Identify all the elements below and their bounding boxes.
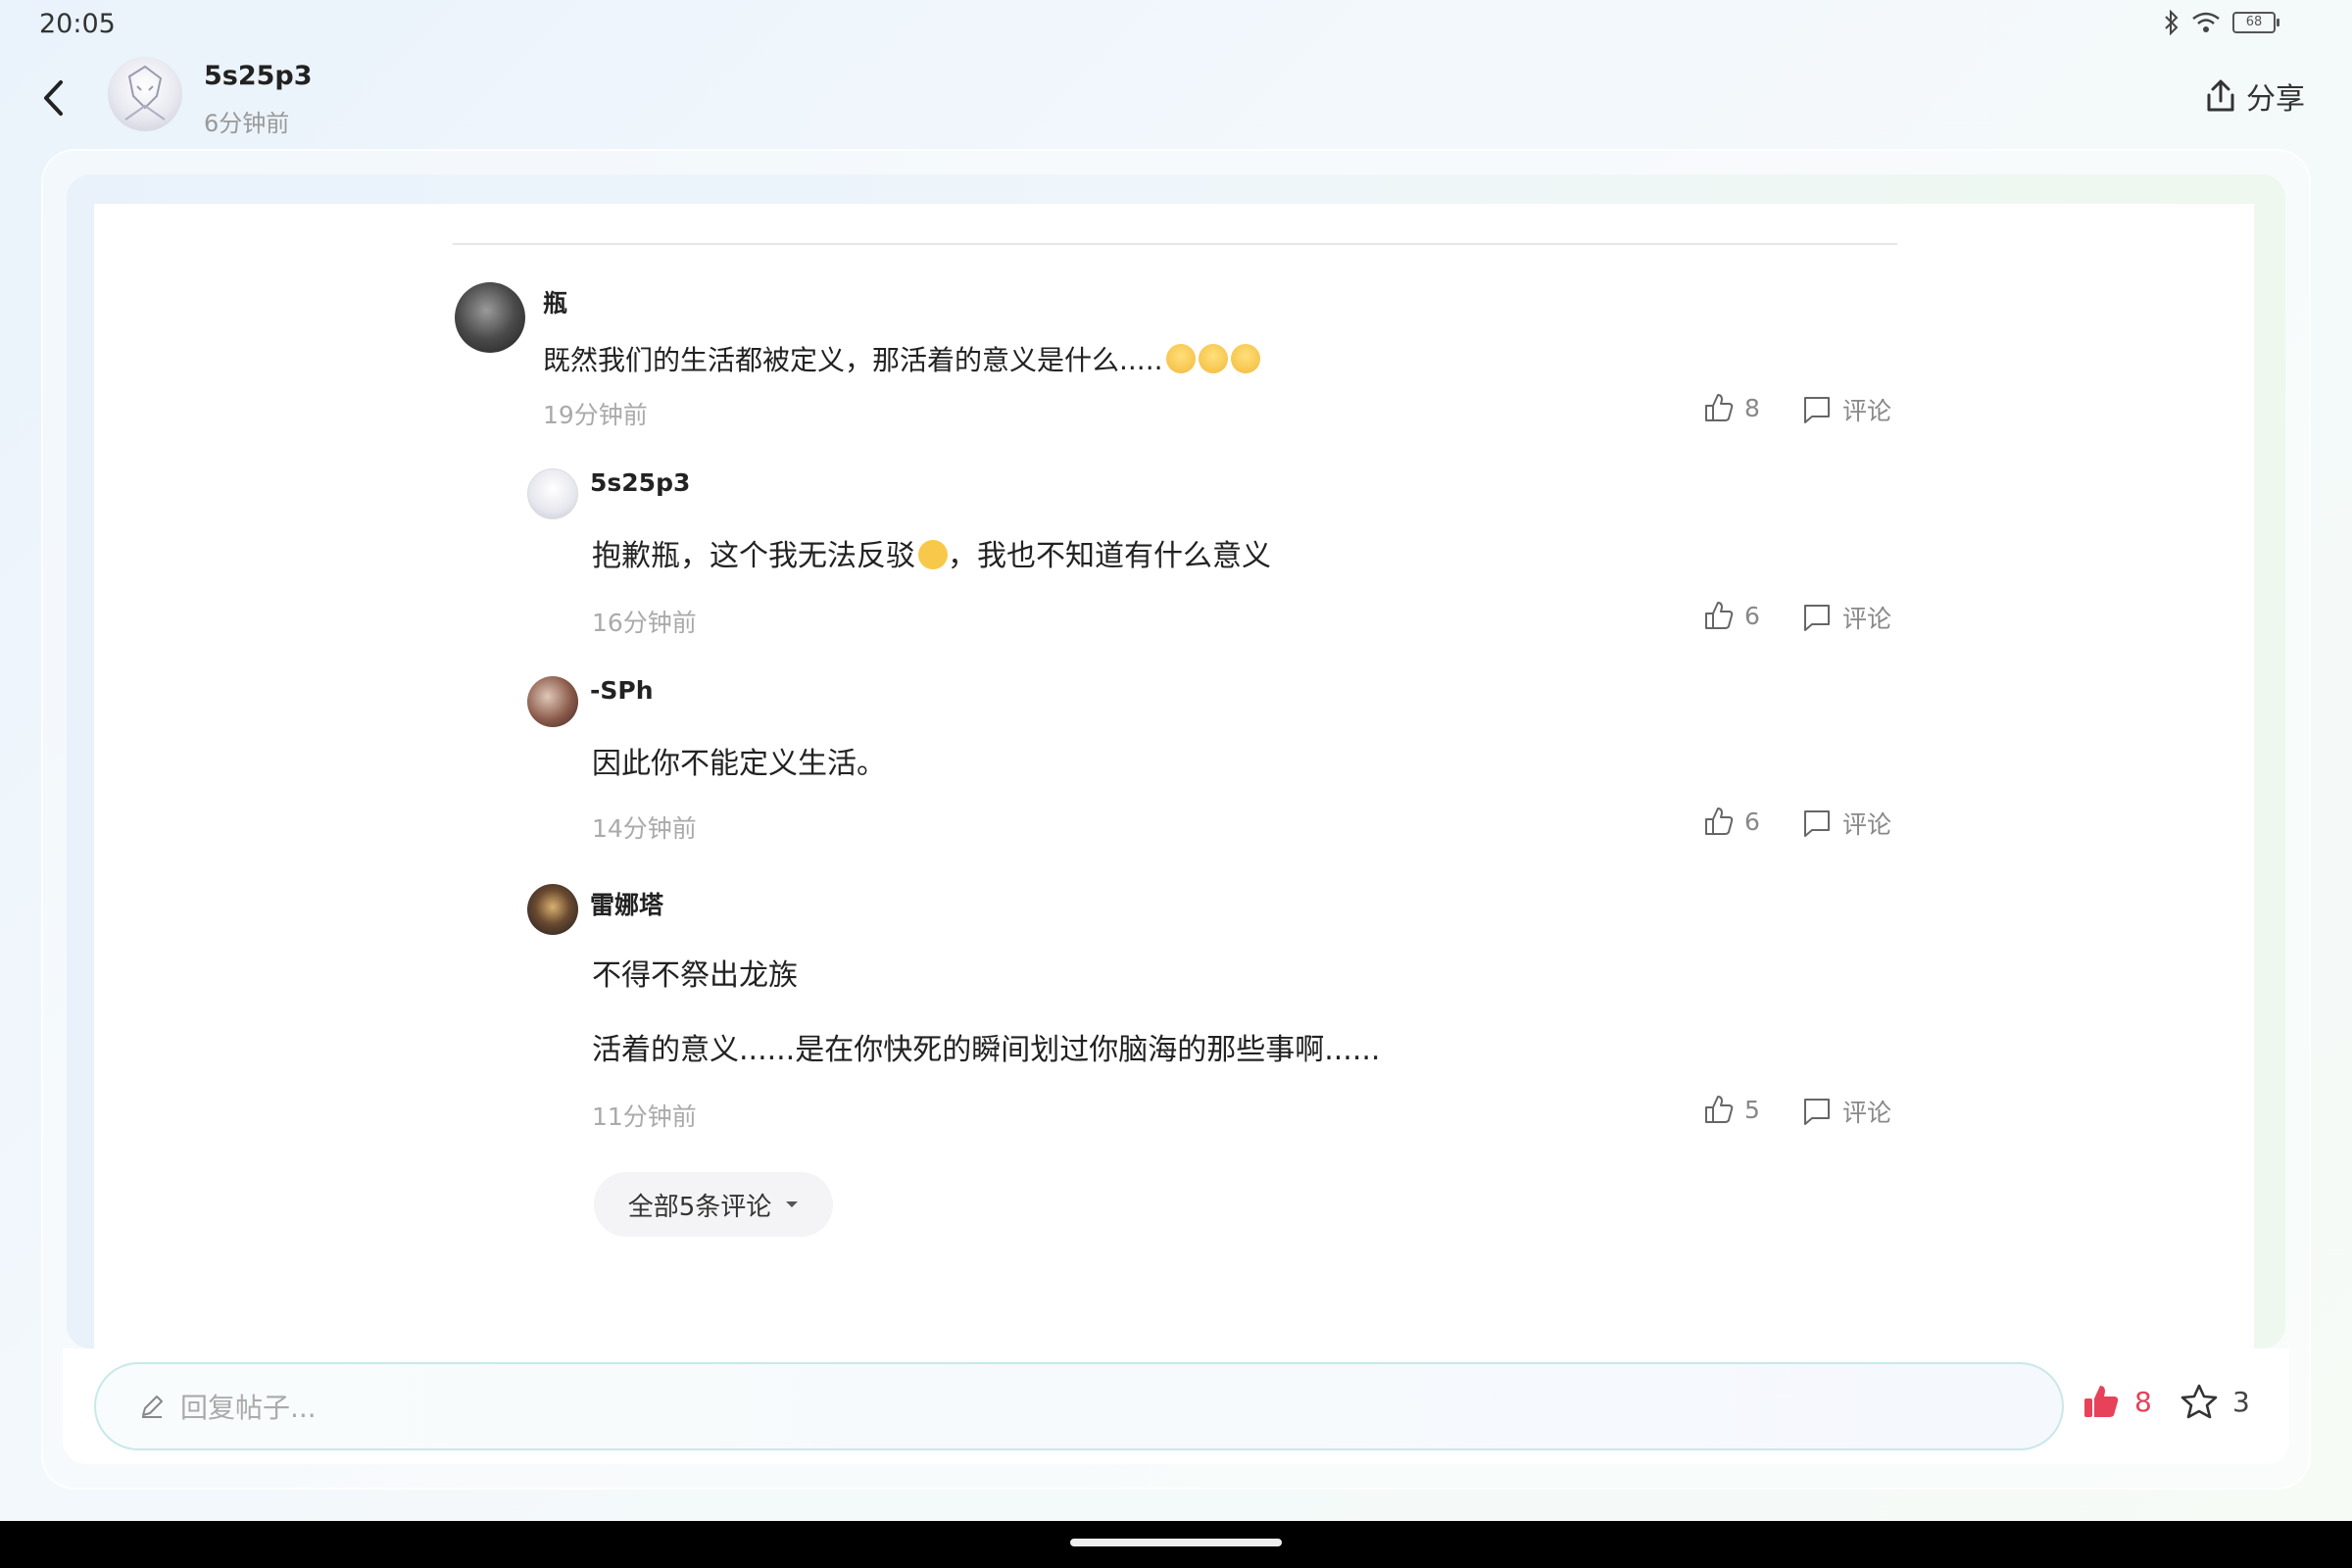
like-button[interactable]: 6 <box>1703 806 1760 837</box>
status-time: 20:05 <box>39 9 116 39</box>
comment-author[interactable]: -SPh <box>590 676 654 705</box>
thumbs-up-icon <box>1705 602 1734 629</box>
like-button[interactable]: 6 <box>1703 600 1760 631</box>
avatar[interactable] <box>527 884 578 935</box>
share-button[interactable]: 分享 <box>2205 74 2305 118</box>
author-avatar[interactable] <box>108 57 182 131</box>
reply-label: 评论 <box>1842 397 1892 425</box>
sick-face-emoji-icon <box>1198 344 1228 373</box>
avatar[interactable] <box>527 468 578 519</box>
comment-text: 因此你不能定义生活。 <box>592 747 886 781</box>
comment-time: 11分钟前 <box>592 1102 697 1131</box>
wifi-icon <box>2192 12 2220 32</box>
post-like-button[interactable]: 8 <box>2082 1382 2152 1421</box>
post-favorite-button[interactable]: 3 <box>2180 1382 2250 1421</box>
comment-time: 14分钟前 <box>592 814 697 843</box>
sick-face-emoji-icon <box>1165 344 1196 373</box>
avatar[interactable] <box>527 676 578 727</box>
thumbs-up-filled-icon <box>2084 1386 2119 1417</box>
author-name[interactable]: 5s25p3 <box>204 61 313 91</box>
chevron-down-icon <box>786 1201 799 1207</box>
reply-input[interactable]: 回复帖子... <box>94 1362 2064 1450</box>
comment-text-content: 既然我们的生活都被定义，那活着的意义是什么..... <box>543 344 1163 376</box>
reply-bar: 回复帖子... 8 3 <box>63 1348 2289 1464</box>
star-icon <box>2180 1384 2218 1419</box>
reply-button[interactable]: 评论 <box>1801 806 1891 841</box>
comment-text: 不得不祭出龙族 <box>592 958 798 993</box>
reply-button[interactable]: 评论 <box>1801 392 1891 427</box>
post-header: 5s25p3 6分钟前 分享 <box>0 49 2352 147</box>
bluetooth-icon <box>2165 10 2179 35</box>
thumbs-up-icon <box>1705 808 1734 835</box>
status-bar: 20:05 68 <box>0 0 2352 49</box>
all-comments-button[interactable]: 全部5条评论 <box>594 1172 833 1237</box>
comment-author[interactable]: 5s25p3 <box>590 468 690 497</box>
pencil-icon <box>142 1396 163 1418</box>
comment-author[interactable]: 雷娜塔 <box>590 886 663 921</box>
reply-button[interactable]: 评论 <box>1801 1094 1891 1129</box>
comment-time: 16分钟前 <box>592 609 697 637</box>
post-like-count: 8 <box>2134 1385 2152 1418</box>
comment-author[interactable]: 瓶 <box>543 284 567 319</box>
all-comments-label: 全部5条评论 <box>627 1192 772 1222</box>
comment-text: 抱歉瓶，这个我无法反驳 ，我也不知道有什么意义 <box>592 531 1271 574</box>
reply-label: 评论 <box>1842 810 1892 839</box>
back-button[interactable] <box>35 73 71 123</box>
comment-time: 19分钟前 <box>543 401 648 429</box>
like-count: 6 <box>1744 601 1760 630</box>
status-icons: 68 <box>2164 10 2279 35</box>
post-time: 6分钟前 <box>204 110 290 137</box>
reply-placeholder: 回复帖子... <box>180 1392 317 1424</box>
comment-bubble-icon <box>1804 397 1830 423</box>
reply-label: 评论 <box>1842 1099 1892 1127</box>
comment-bubble-icon <box>1804 1099 1830 1125</box>
avatar[interactable] <box>455 282 525 353</box>
thumbs-up-icon <box>1705 1096 1734 1123</box>
sick-face-emoji-icon <box>1230 344 1260 373</box>
battery-icon: 68 <box>2232 12 2279 33</box>
comment-text: 既然我们的生活都被定义，那活着的意义是什么..... <box>543 339 1260 378</box>
like-button[interactable]: 8 <box>1703 392 1760 423</box>
share-label: 分享 <box>2246 82 2305 117</box>
like-count: 8 <box>1744 393 1760 422</box>
like-button[interactable]: 5 <box>1703 1094 1760 1125</box>
divider <box>453 243 1897 245</box>
thumbs-up-icon <box>1705 394 1734 421</box>
comment-text-content: 抱歉瓶，这个我无法反驳 <box>592 539 915 573</box>
comment-text-content: ，我也不知道有什么意义 <box>948 539 1271 573</box>
comment-list[interactable]: 瓶 既然我们的生活都被定义，那活着的意义是什么..... 19分钟前 8 评论 … <box>94 204 2254 1348</box>
post-favorite-count: 3 <box>2232 1385 2250 1418</box>
share-icon <box>2207 79 2234 112</box>
comment-text: 活着的意义......是在你快死的瞬间划过你脑海的那些事啊...... <box>592 1033 1381 1067</box>
injured-face-emoji-icon <box>918 539 948 569</box>
like-count: 6 <box>1744 807 1760 836</box>
back-arrow-icon <box>44 80 63 116</box>
home-indicator[interactable] <box>1070 1539 1282 1546</box>
battery-level: 68 <box>2245 15 2263 29</box>
like-count: 5 <box>1744 1095 1760 1124</box>
reply-label: 评论 <box>1842 605 1892 633</box>
comment-bubble-icon <box>1804 605 1830 631</box>
reply-button[interactable]: 评论 <box>1801 600 1891 635</box>
comment-bubble-icon <box>1804 810 1830 837</box>
